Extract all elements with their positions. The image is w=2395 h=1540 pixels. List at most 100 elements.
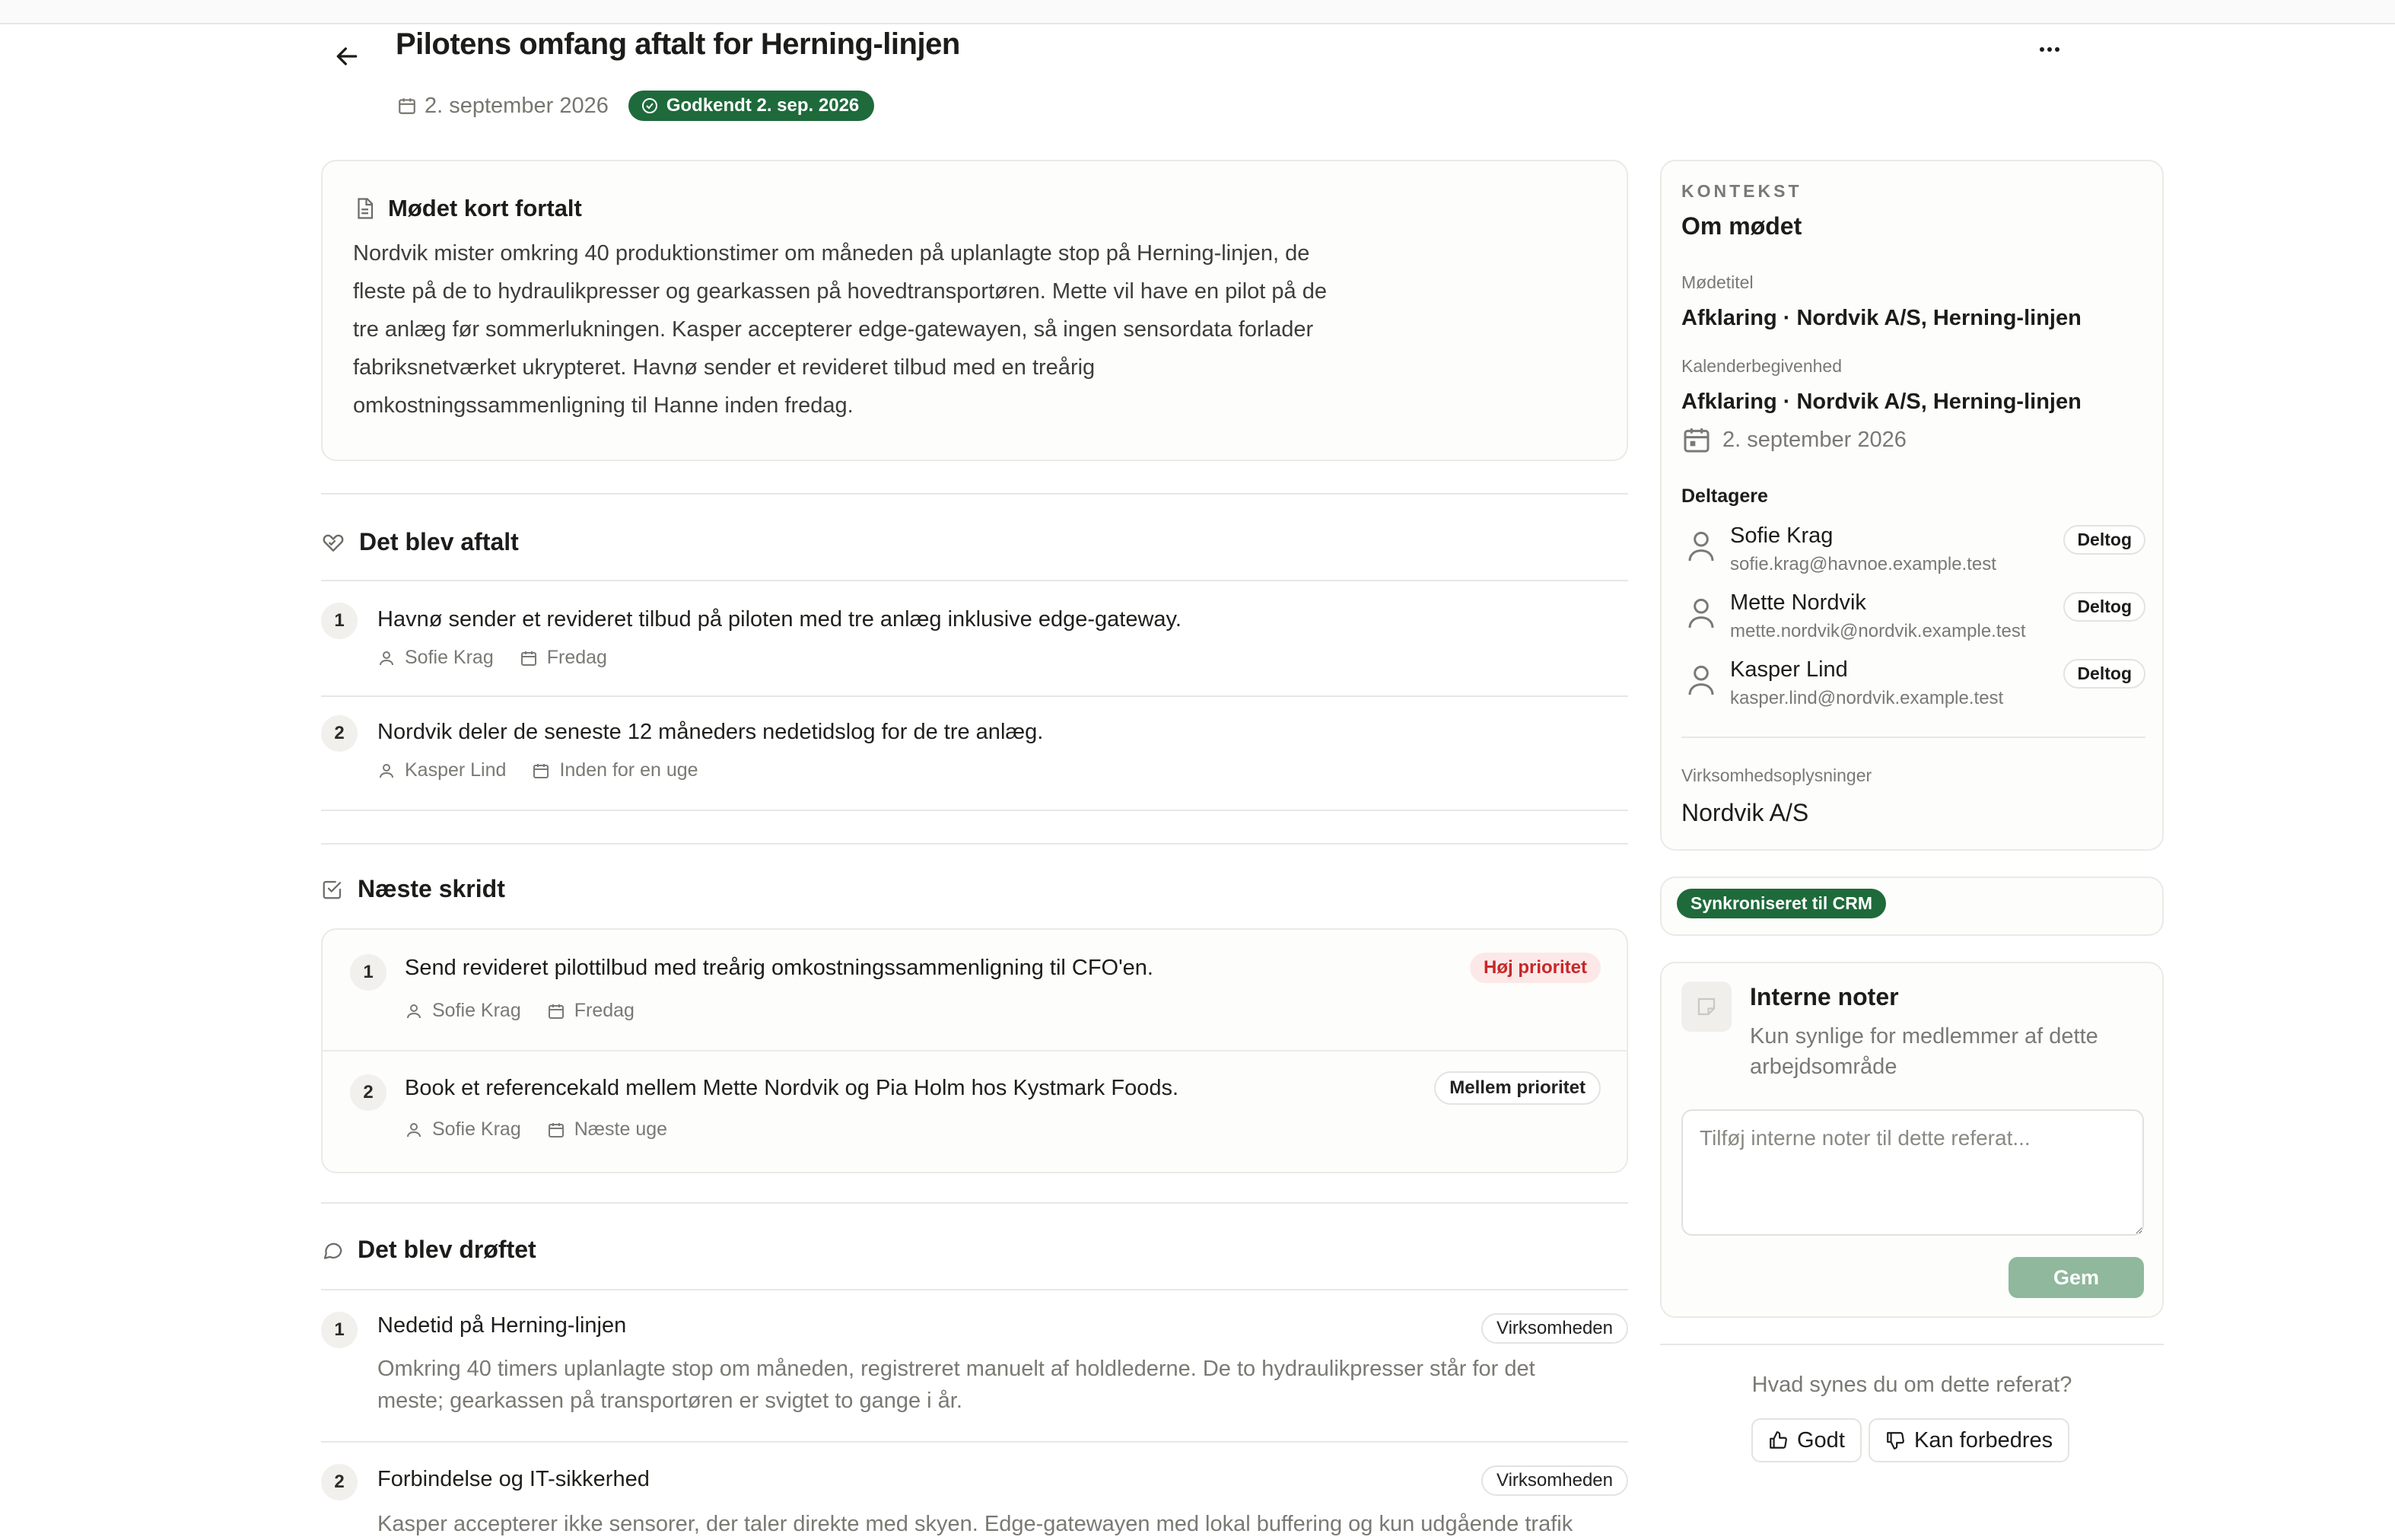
- approved-badge: Godkendt 2. sep. 2026: [628, 91, 875, 121]
- step-item: 1 Send revideret pilottilbud med treårig…: [323, 930, 1627, 1050]
- participant-name: Sofie Krag: [1730, 523, 1834, 548]
- calendar-icon: [1684, 428, 1710, 453]
- item-meta: Sofie Krag Fredag: [405, 1000, 635, 1022]
- item-owner: Kasper Lind: [405, 759, 507, 781]
- participant-name: Mette Nordvik: [1730, 590, 1866, 615]
- participants-label: Deltagere: [1681, 485, 1768, 507]
- more-options-icon[interactable]: [2036, 38, 2063, 61]
- person-icon: [407, 1004, 421, 1018]
- item-description: Kasper accepterer ikke sensorer, der tal…: [377, 1512, 1573, 1536]
- company-name: Nordvik A/S: [1681, 799, 1809, 826]
- internal-notes-card: Interne noter Kun synlige for medlemmer …: [1660, 962, 2164, 1318]
- list-item: 2 Forbindelse og IT-sikkerhed Virksomhed…: [321, 1443, 1628, 1540]
- company-label: Virksomhedsoplysninger: [1681, 765, 1872, 785]
- list-item: 1 Havnø sender et revideret tilbud på pi…: [321, 580, 1628, 695]
- person-icon: [1688, 531, 1714, 562]
- notes-textarea[interactable]: [1681, 1109, 2144, 1236]
- check-circle-icon: [641, 98, 657, 113]
- item-owner: Sofie Krag: [432, 1000, 521, 1021]
- back-arrow-icon[interactable]: [332, 41, 362, 72]
- feedback-good-button[interactable]: Godt: [1751, 1418, 1862, 1462]
- participant-email: sofie.krag@havnoe.example.test: [1730, 554, 1996, 574]
- calendar-icon: [548, 1122, 564, 1138]
- divider: [321, 810, 1628, 811]
- person-icon: [380, 763, 393, 778]
- section-next-steps-label: Næste skridt: [358, 875, 505, 902]
- item-number: 1: [350, 954, 386, 991]
- item-meta: Sofie Krag Fredag: [377, 647, 622, 669]
- item-title: Nedetid på Herning-linjen: [377, 1313, 627, 1338]
- attendance-badge: Deltog: [2063, 659, 2145, 689]
- attendance-badge: Deltog: [2063, 525, 2145, 555]
- feedback-improve-label: Kan forbedres: [1914, 1427, 2053, 1452]
- attendance-badge: Deltog: [2063, 592, 2145, 622]
- item-meta: Kasper Lind Inden for en uge: [377, 759, 714, 781]
- summary-title: Mødet kort fortalt: [388, 195, 582, 221]
- chat-bubble-icon: [323, 1242, 342, 1259]
- participant-name: Kasper Lind: [1730, 657, 1848, 682]
- feedback-good-label: Godt: [1797, 1427, 1845, 1452]
- item-text: Book et referencekald mellem Mette Nordv…: [405, 1076, 1179, 1100]
- item-number: 2: [350, 1074, 386, 1111]
- thumbs-down-icon: [1887, 1432, 1904, 1449]
- divider: [1681, 737, 2145, 738]
- item-due: Fredag: [574, 1000, 635, 1021]
- item-owner: Sofie Krag: [432, 1118, 521, 1140]
- item-due: Næste uge: [574, 1118, 668, 1140]
- item-owner: Sofie Krag: [405, 647, 494, 668]
- category-tag: Virksomheden: [1481, 1313, 1628, 1344]
- item-number: 1: [321, 603, 358, 639]
- thumbs-up-icon: [1770, 1431, 1787, 1449]
- top-bar: [0, 0, 2395, 24]
- item-text: Nordvik deler de seneste 12 måneders ned…: [377, 720, 1044, 744]
- participant-email: kasper.lind@nordvik.example.test: [1730, 688, 2004, 708]
- divider: [321, 843, 1628, 845]
- participant-item: Mette Nordvik mette.nordvik@nordvik.exam…: [1681, 590, 2145, 651]
- notes-subtitle: Kun synlige for medlemmer af dette arbej…: [1750, 1024, 2098, 1079]
- category-tag: Virksomheden: [1481, 1465, 1628, 1496]
- crm-card: Synkroniseret til CRM: [1660, 877, 2164, 936]
- participant-email: mette.nordvik@nordvik.example.test: [1730, 621, 2026, 641]
- next-steps-card: 1 Send revideret pilottilbud med treårig…: [321, 928, 1628, 1173]
- calendar-date-text: 2. september 2026: [1722, 427, 1907, 452]
- calendar-title: Afklaring · Nordvik A/S, Herning-linjen: [1681, 390, 2082, 414]
- priority-badge: Mellem prioritet: [1434, 1071, 1601, 1105]
- section-next-steps-title: Næste skridt: [321, 875, 505, 903]
- context-kicker: KONTEKST: [1681, 181, 1802, 201]
- meeting-date-text: 2. september 2026: [425, 93, 609, 118]
- item-due: Inden for en uge: [559, 759, 698, 781]
- feedback-improve-button[interactable]: Kan forbedres: [1869, 1418, 2070, 1462]
- crm-sync-badge: Synkroniseret til CRM: [1677, 889, 1886, 918]
- header-meta: 2. september 2026 Godkendt 2. sep. 2026: [397, 88, 875, 123]
- note-icon-box: [1681, 982, 1732, 1032]
- context-title: Om mødet: [1681, 212, 1802, 240]
- context-card: KONTEKST Om mødet Mødetitel Afklaring · …: [1660, 160, 2164, 851]
- item-number: 2: [321, 715, 358, 752]
- item-due: Fredag: [546, 647, 607, 668]
- feedback-question: Hvad synes du om dette referat?: [1751, 1373, 2072, 1397]
- section-agreed-label: Det blev aftalt: [359, 528, 519, 555]
- item-text: Send revideret pilottilbud med treårig o…: [405, 956, 1153, 980]
- checkbox-icon: [323, 880, 342, 899]
- list-item: 1 Nedetid på Herning-linjen Virksomheden…: [321, 1290, 1628, 1440]
- section-discussed-label: Det blev drøftet: [358, 1236, 536, 1263]
- page-title: Pilotens omfang aftalt for Herning-linje…: [396, 27, 960, 61]
- document-icon: [358, 198, 374, 219]
- handshake-icon: [323, 534, 344, 552]
- person-icon: [1688, 598, 1714, 628]
- summary-card: Mødet kort fortalt Nordvik mister omkrin…: [321, 160, 1628, 461]
- divider: [1660, 1344, 2164, 1345]
- divider: [321, 1202, 1628, 1204]
- person-icon: [1688, 665, 1714, 695]
- section-discussed-title: Det blev drøftet: [321, 1236, 536, 1264]
- summary-text: Nordvik mister omkring 40 produktionstim…: [353, 241, 1327, 418]
- calendar-icon: [548, 1004, 564, 1019]
- step-item: 2 Book et referencekald mellem Mette Nor…: [323, 1052, 1627, 1172]
- item-number: 1: [321, 1312, 358, 1348]
- save-button[interactable]: Gem: [2009, 1257, 2144, 1298]
- item-number: 2: [321, 1464, 358, 1500]
- calendar-date: 2. september 2026: [1681, 425, 1907, 455]
- calendar-label: Kalenderbegivenhed: [1681, 356, 1843, 376]
- meeting-title-value: Afklaring · Nordvik A/S, Herning-linjen: [1681, 306, 2082, 330]
- notes-title: Interne noter: [1750, 983, 1899, 1010]
